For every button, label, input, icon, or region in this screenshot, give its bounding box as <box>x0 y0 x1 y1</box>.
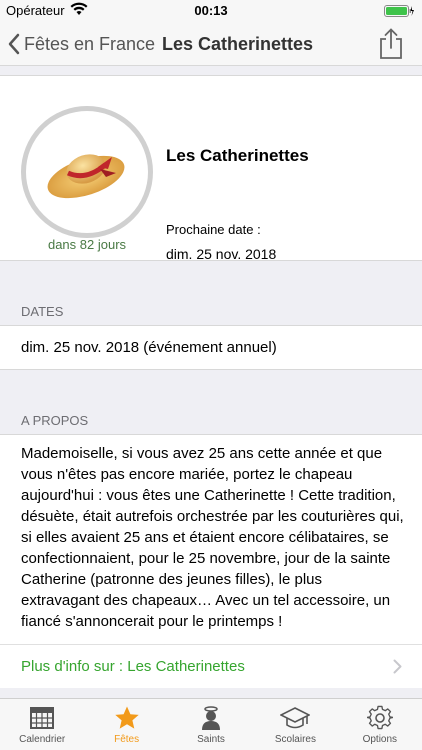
event-header-card: dans 82 jours Les Catherinettes Prochain… <box>0 76 422 262</box>
scroll-content[interactable]: dans 82 jours Les Catherinettes Prochain… <box>0 66 422 698</box>
top-spacer <box>0 66 422 76</box>
more-info-link[interactable]: Plus d'info sur : Les Catherinettes <box>0 644 422 688</box>
tab-bar: Calendrier Fêtes Saints Scolaires Option… <box>0 698 422 750</box>
saint-icon <box>202 706 221 730</box>
graduation-cap-icon <box>280 707 311 729</box>
straw-hat-icon <box>47 154 125 199</box>
tab-saints[interactable]: Saints <box>169 699 253 750</box>
star-icon <box>114 706 139 729</box>
share-icon[interactable] <box>378 28 404 60</box>
section-spacer <box>0 261 422 297</box>
back-button[interactable]: Fêtes en France <box>8 30 155 58</box>
navigation-bar: Fêtes en France Les Catherinettes <box>0 22 422 66</box>
dates-section-header: DATES <box>0 297 422 326</box>
date-row: dim. 25 nov. 2018 (événement annuel) <box>0 326 422 370</box>
tab-label: Calendrier <box>19 734 66 745</box>
calendar-icon <box>30 707 55 729</box>
status-bar: Opérateur 00:13 <box>0 0 422 22</box>
tab-options[interactable]: Options <box>338 699 422 750</box>
event-title: Les Catherinettes <box>166 146 309 165</box>
tab-label: Saints <box>197 734 225 745</box>
gear-icon <box>366 705 393 730</box>
tab-label: Options <box>362 734 398 745</box>
about-text: Mademoiselle, si vous avez 25 ans cette … <box>0 435 422 644</box>
tab-calendrier[interactable]: Calendrier <box>0 699 84 750</box>
clock: 00:13 <box>194 3 228 18</box>
about-section-header: A PROPOS <box>0 406 422 435</box>
next-date-label: Prochaine date : <box>166 222 261 237</box>
more-info-link-label: Plus d'info sur : Les Catherinettes <box>21 658 245 675</box>
tab-label: Fêtes <box>114 734 140 745</box>
section-spacer <box>0 370 422 406</box>
page-title: Les Catherinettes <box>162 34 314 54</box>
back-button-label: Fêtes en France <box>24 33 156 54</box>
tab-fetes[interactable]: Fêtes <box>84 699 168 750</box>
countdown-label: dans 82 jours <box>47 237 127 252</box>
chevron-right-icon <box>393 659 402 674</box>
chevron-left-icon <box>8 33 20 55</box>
tab-label: Scolaires <box>274 734 316 745</box>
event-image <box>21 106 153 238</box>
tab-scolaires[interactable]: Scolaires <box>253 699 337 750</box>
next-date-value: dim. 25 nov. 2018 <box>166 246 277 262</box>
battery-icon <box>384 5 414 17</box>
